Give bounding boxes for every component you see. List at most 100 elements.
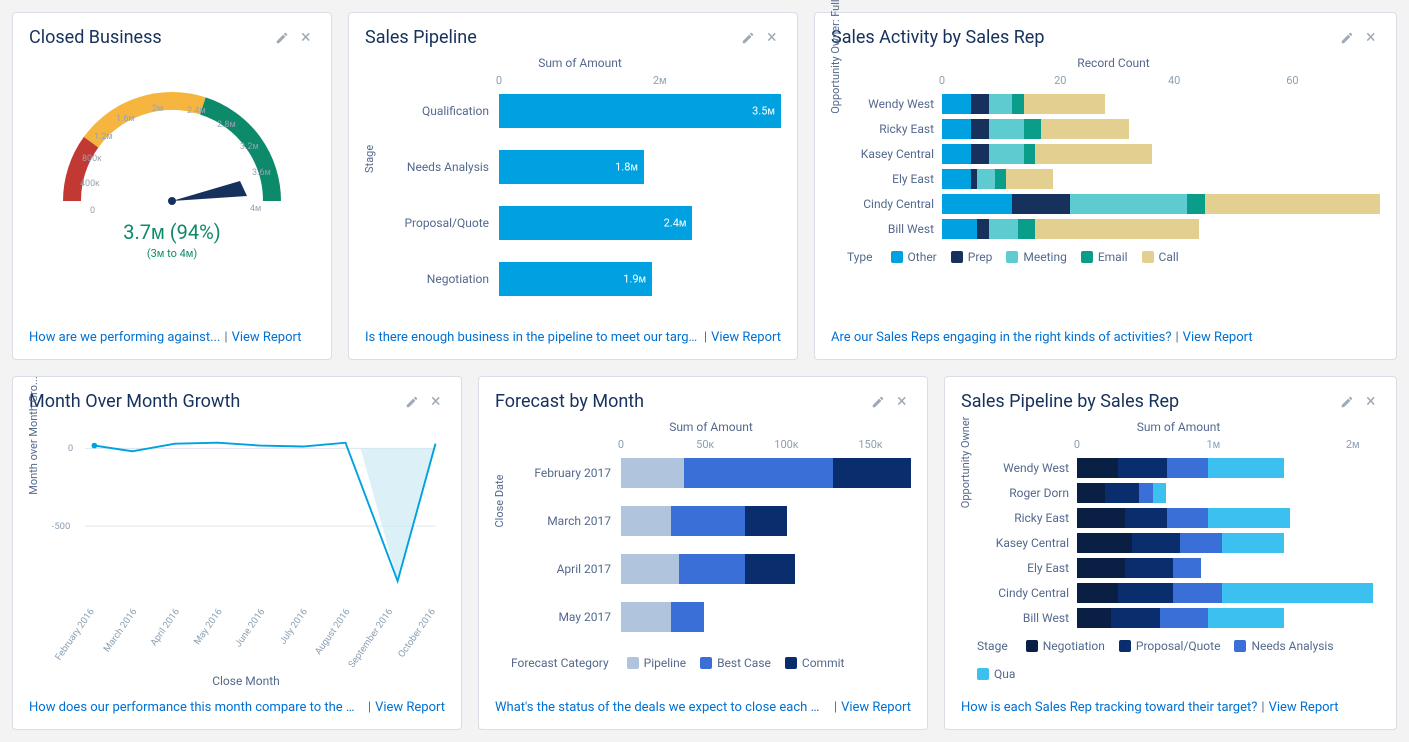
legend-item[interactable]: Qua	[977, 667, 1015, 681]
bar-segment[interactable]	[942, 119, 971, 139]
card-description[interactable]: Are our Sales Reps engaging in the right…	[831, 330, 1171, 345]
bar-segment[interactable]	[1077, 483, 1105, 503]
bar-segment[interactable]	[995, 169, 1007, 189]
bar-segment[interactable]	[989, 94, 1012, 114]
view-report-link[interactable]: View Report	[841, 700, 911, 715]
bar-segment[interactable]	[621, 554, 679, 584]
bar-segment[interactable]	[942, 219, 977, 239]
close-icon[interactable]: ×	[767, 31, 781, 45]
bar-segment[interactable]	[1041, 119, 1129, 139]
bar-segment[interactable]	[1035, 144, 1152, 164]
card-description[interactable]: How does our performance this month comp…	[29, 700, 364, 715]
bar-segment[interactable]	[1024, 144, 1036, 164]
bar-segment[interactable]	[684, 458, 833, 488]
bar-segment[interactable]	[1153, 483, 1167, 503]
bar-segment[interactable]: 1.8ᴍ	[499, 150, 644, 184]
legend-item[interactable]: Pipeline	[627, 656, 686, 670]
edit-icon[interactable]	[1340, 31, 1354, 45]
legend-item[interactable]: Needs Analysis	[1234, 639, 1333, 653]
bar-segment[interactable]	[1173, 583, 1221, 603]
bar-segment[interactable]	[1205, 194, 1380, 214]
bar-segment[interactable]	[1132, 533, 1180, 553]
bar-segment[interactable]	[1180, 533, 1221, 553]
bar-segment[interactable]	[1024, 119, 1042, 139]
bar-segment[interactable]	[745, 506, 786, 536]
view-report-link[interactable]: View Report	[375, 700, 445, 715]
bar-segment[interactable]	[977, 219, 989, 239]
close-icon[interactable]: ×	[1366, 31, 1380, 45]
bar-segment[interactable]	[977, 169, 995, 189]
bar-segment[interactable]	[1012, 94, 1024, 114]
bar-segment[interactable]	[1160, 608, 1208, 628]
bar-segment[interactable]	[1125, 558, 1173, 578]
bar-segment[interactable]	[1167, 508, 1208, 528]
legend-item[interactable]: Call	[1142, 250, 1179, 264]
bar-segment[interactable]	[621, 506, 671, 536]
bar-segment[interactable]	[1222, 583, 1374, 603]
bar-segment[interactable]	[1070, 194, 1187, 214]
close-icon[interactable]: ×	[1366, 395, 1380, 409]
bar-segment[interactable]: 3.5ᴍ	[499, 94, 781, 128]
card-description[interactable]: Is there enough business in the pipeline…	[365, 330, 700, 345]
bar-segment[interactable]: 2.4ᴍ	[499, 206, 692, 240]
view-report-link[interactable]: View Report	[232, 330, 302, 345]
bar-segment[interactable]	[671, 602, 704, 632]
close-icon[interactable]: ×	[301, 31, 315, 45]
bar-segment[interactable]	[1125, 508, 1166, 528]
edit-icon[interactable]	[405, 395, 419, 409]
bar-segment[interactable]	[833, 458, 911, 488]
bar-segment[interactable]	[942, 194, 1012, 214]
bar-segment[interactable]	[1187, 194, 1205, 214]
bar-segment[interactable]	[1118, 583, 1173, 603]
bar-segment[interactable]	[942, 144, 971, 164]
bar-segment[interactable]	[1077, 608, 1111, 628]
legend-item[interactable]: Email	[1081, 250, 1128, 264]
bar-segment[interactable]	[942, 169, 971, 189]
bar-segment[interactable]	[1208, 608, 1284, 628]
edit-icon[interactable]	[275, 31, 289, 45]
view-report-link[interactable]: View Report	[711, 330, 781, 345]
bar-segment[interactable]	[1006, 169, 1053, 189]
bar-segment[interactable]	[971, 144, 989, 164]
bar-segment[interactable]	[1018, 219, 1036, 239]
bar-segment[interactable]	[621, 458, 684, 488]
bar-segment[interactable]	[621, 602, 671, 632]
edit-icon[interactable]	[741, 31, 755, 45]
close-icon[interactable]: ×	[897, 395, 911, 409]
card-description[interactable]: What's the status of the deals we expect…	[495, 700, 830, 715]
bar-segment[interactable]	[1173, 558, 1201, 578]
view-report-link[interactable]: View Report	[1269, 700, 1339, 715]
legend-item[interactable]: Prep	[951, 250, 993, 264]
bar-segment[interactable]	[1118, 458, 1166, 478]
bar-segment[interactable]	[1139, 483, 1153, 503]
bar-segment[interactable]: 1.9ᴍ	[499, 262, 652, 296]
bar-segment[interactable]	[1208, 458, 1284, 478]
edit-icon[interactable]	[871, 395, 885, 409]
bar-segment[interactable]	[989, 144, 1024, 164]
bar-segment[interactable]	[1012, 194, 1070, 214]
bar-segment[interactable]	[989, 219, 1018, 239]
close-icon[interactable]: ×	[431, 395, 445, 409]
bar-segment[interactable]	[971, 119, 989, 139]
bar-segment[interactable]	[1024, 94, 1106, 114]
bar-segment[interactable]	[671, 506, 746, 536]
bar-segment[interactable]	[942, 94, 971, 114]
card-description[interactable]: How is each Sales Rep tracking toward th…	[961, 700, 1257, 715]
bar-segment[interactable]	[1035, 219, 1199, 239]
bar-segment[interactable]	[989, 119, 1024, 139]
bar-segment[interactable]	[971, 94, 989, 114]
view-report-link[interactable]: View Report	[1183, 330, 1253, 345]
legend-item[interactable]: Best Case	[700, 656, 771, 670]
legend-item[interactable]: Meeting	[1006, 250, 1066, 264]
legend-item[interactable]: Commit	[785, 656, 845, 670]
bar-segment[interactable]	[1077, 558, 1125, 578]
bar-segment[interactable]	[1208, 508, 1291, 528]
bar-segment[interactable]	[1077, 508, 1125, 528]
bar-segment[interactable]	[1105, 483, 1139, 503]
legend-item[interactable]: Proposal/Quote	[1119, 639, 1221, 653]
bar-segment[interactable]	[745, 554, 795, 584]
edit-icon[interactable]	[1340, 395, 1354, 409]
bar-segment[interactable]	[1222, 533, 1284, 553]
legend-item[interactable]: Other	[891, 250, 937, 264]
bar-segment[interactable]	[1077, 458, 1118, 478]
